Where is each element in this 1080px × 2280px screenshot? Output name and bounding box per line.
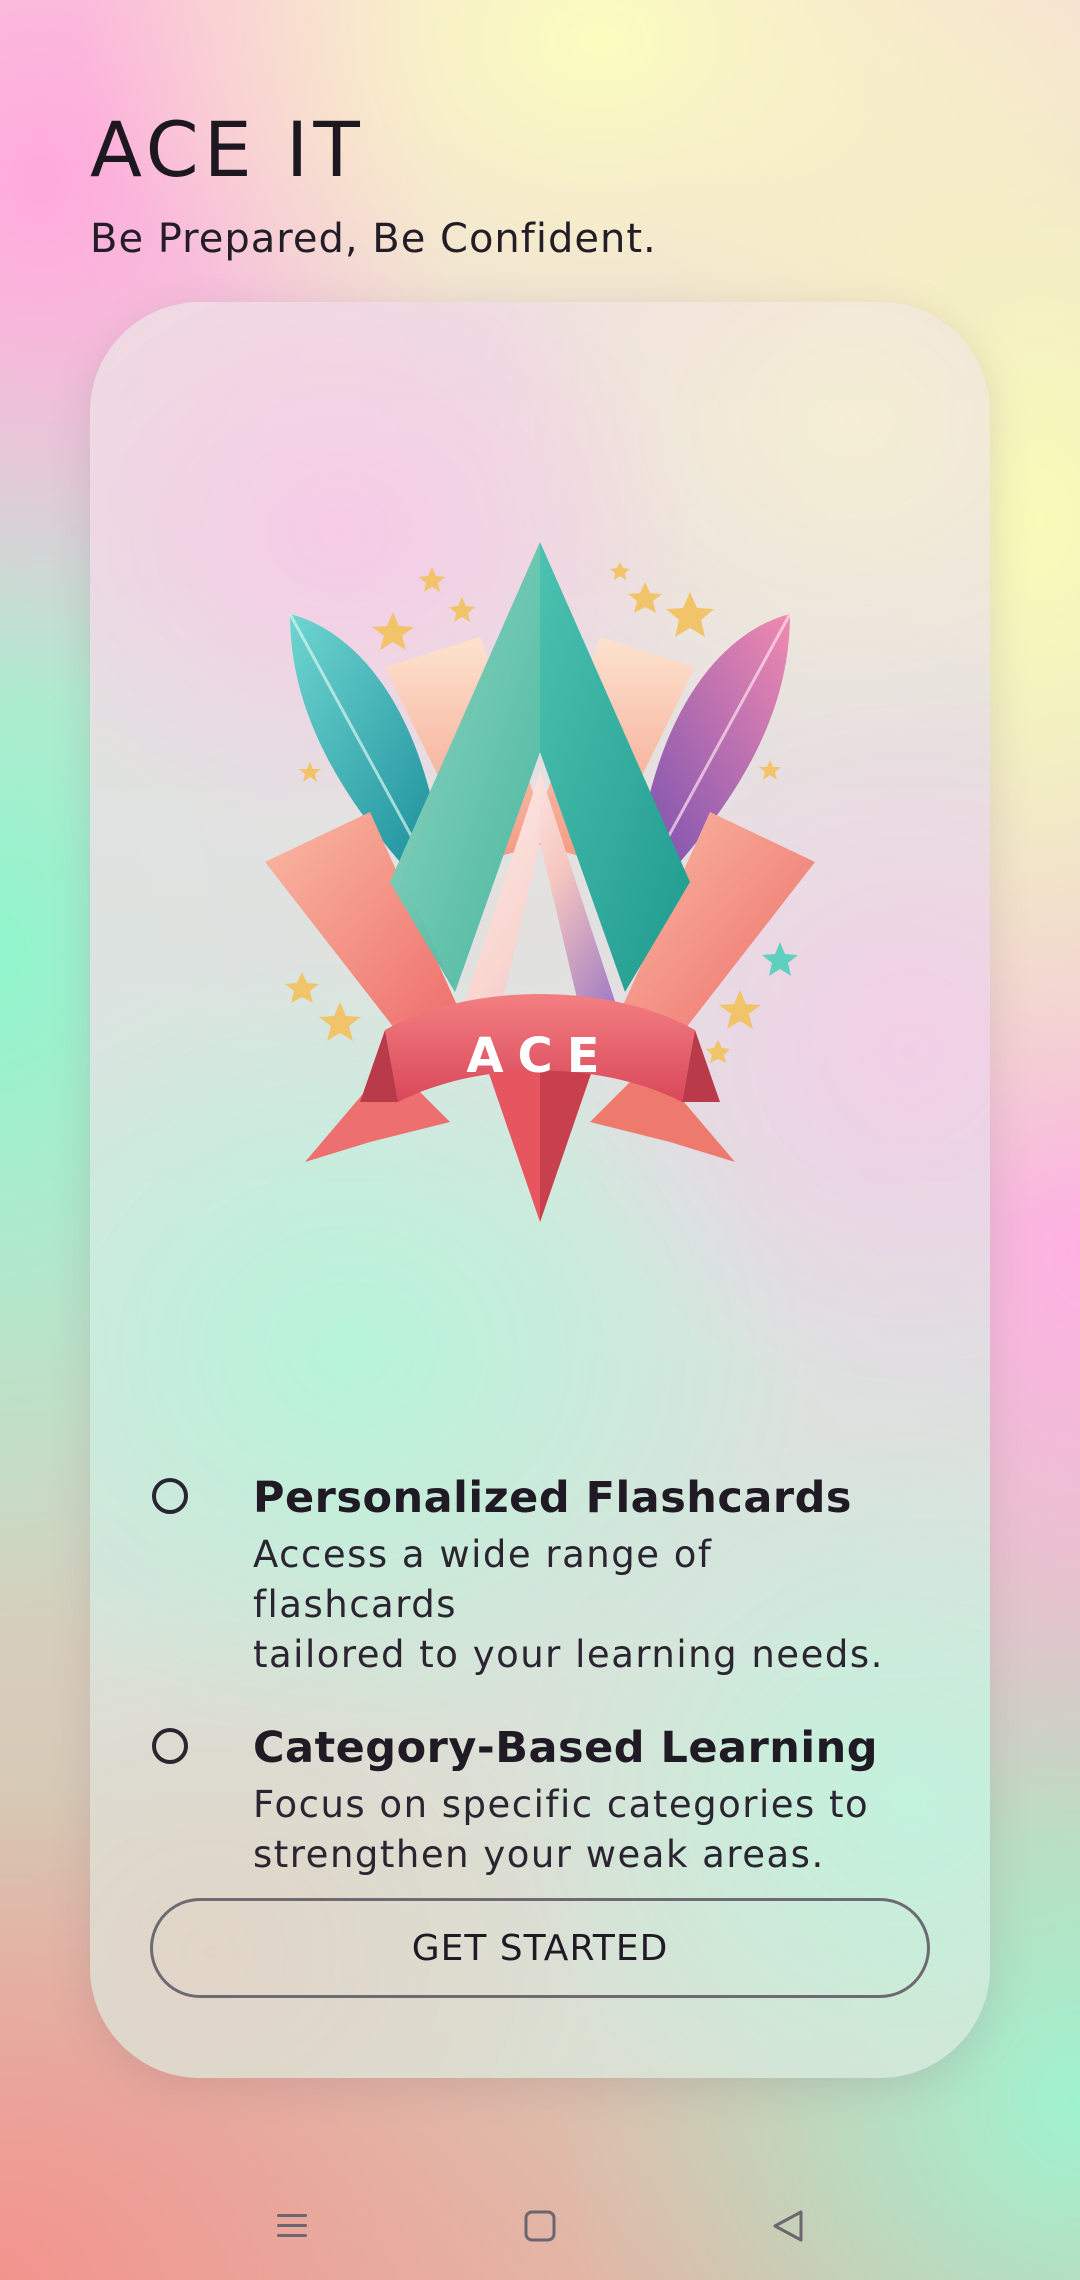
feature-item: Category-Based Learning Focus on specifi… — [90, 1720, 890, 1880]
app-title: ACE IT — [90, 105, 365, 194]
system-navigation-bar — [0, 2180, 1080, 2270]
circle-bullet-icon — [152, 1478, 188, 1514]
home-square-icon[interactable] — [510, 2200, 570, 2252]
feature-description: Access a wide range of flashcards tailor… — [253, 1530, 890, 1680]
header: ACE IT Be Prepared, Be Confident. — [90, 108, 657, 264]
feature-list: Personalized Flashcards Access a wide ra… — [90, 1470, 890, 1920]
feature-title: Category-Based Learning — [253, 1723, 879, 1773]
logo-banner-text: ACE — [466, 1028, 613, 1084]
menu-icon[interactable] — [262, 2200, 322, 2252]
onboarding-card: ACE Personalized Flashcards Access a wid… — [90, 302, 990, 2078]
feature-item: Personalized Flashcards Access a wide ra… — [90, 1470, 890, 1680]
back-triangle-icon[interactable] — [758, 2200, 818, 2252]
feature-description-line: tailored to your learning needs. — [253, 1633, 884, 1676]
feature-description-line: Focus on specific categories to — [253, 1783, 870, 1826]
get-started-button[interactable]: GET STARTED — [150, 1898, 930, 1998]
feature-description-line: strengthen your weak areas. — [253, 1833, 825, 1876]
feature-title: Personalized Flashcards — [253, 1473, 852, 1523]
feature-description: Focus on specific categories to strength… — [253, 1780, 890, 1880]
teal-star — [762, 942, 798, 976]
feature-description-line: Access a wide range of flashcards — [253, 1533, 713, 1626]
app-tagline: Be Prepared, Be Confident. — [90, 216, 657, 262]
circle-bullet-icon — [152, 1728, 188, 1764]
ace-logo: ACE — [265, 542, 815, 1222]
